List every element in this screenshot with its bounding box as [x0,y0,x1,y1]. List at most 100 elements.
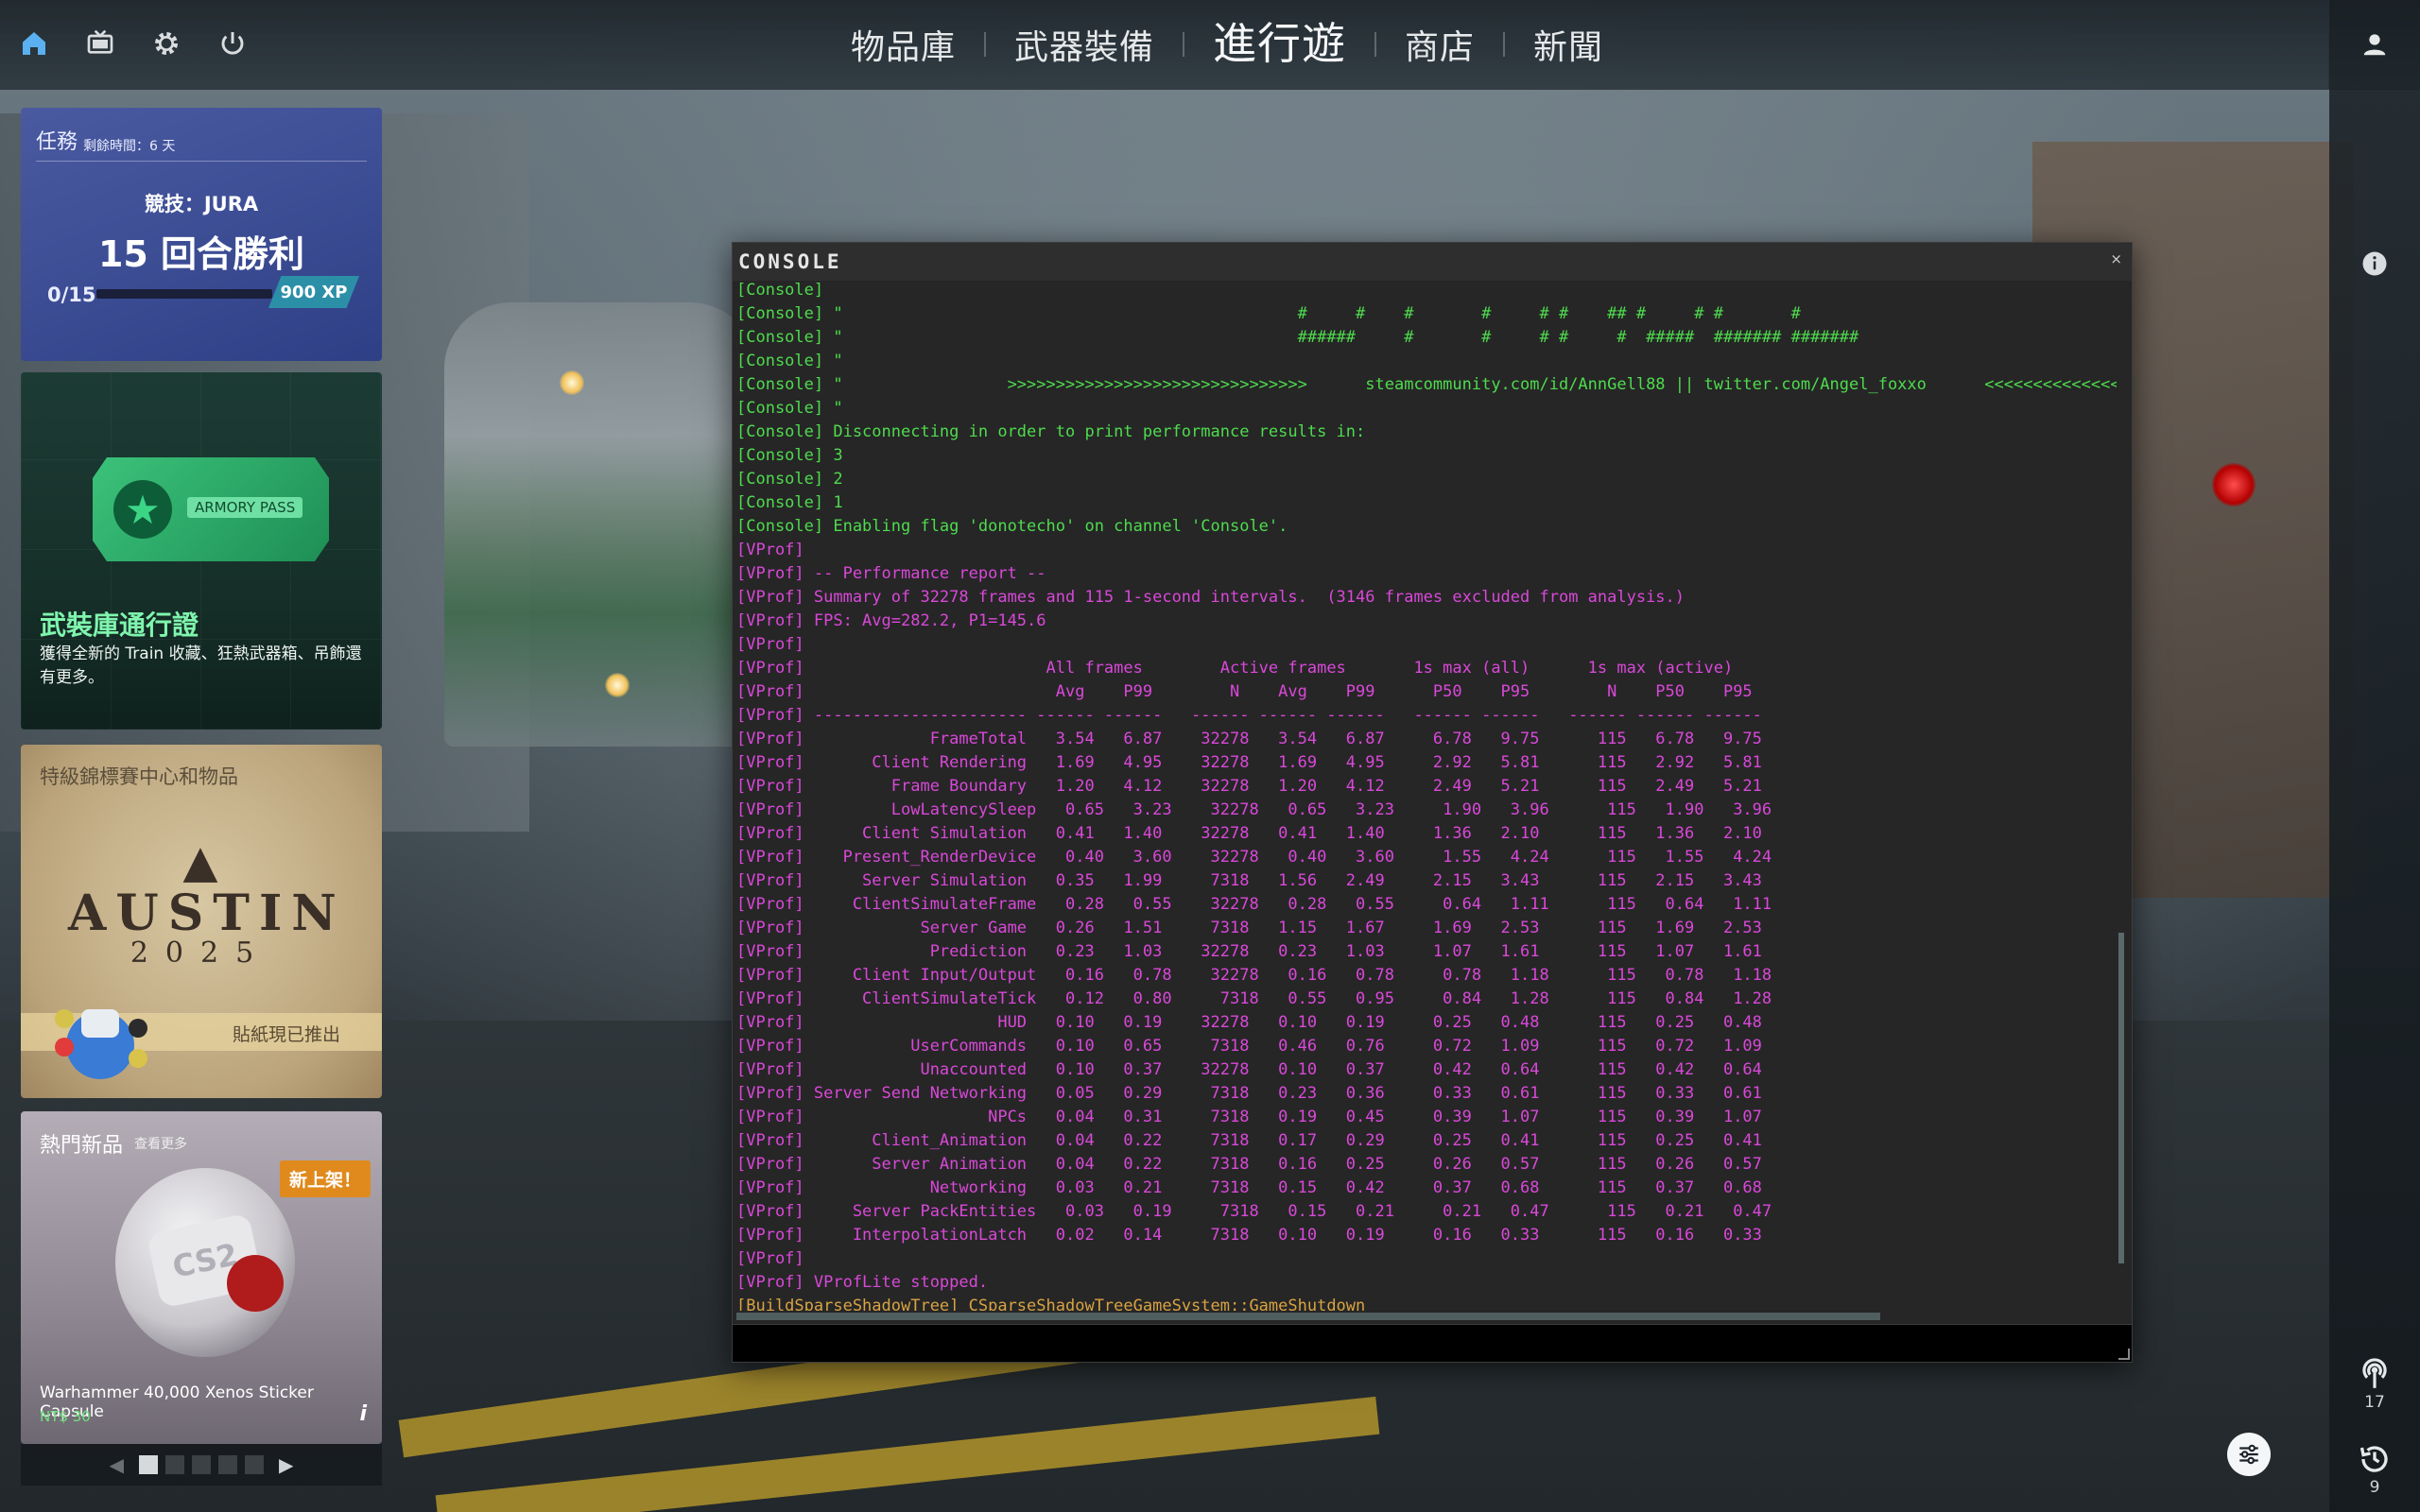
console-command-input[interactable] [733,1324,2132,1362]
tab-loadout[interactable]: 武器裝備 [986,20,1183,69]
console-resize-handle[interactable] [2118,1349,2130,1360]
armory-title: 武裝庫通行證 [40,610,199,641]
console-line: [Console] " [736,399,843,418]
console-line: [VProf] Server Simulation 0.35 1.99 7318… [736,871,1762,890]
history-button[interactable]: 9 [2329,1442,2420,1497]
console-window[interactable]: CONSOLE × [Console] [Console] " # # # # #… [732,242,2133,1363]
mission-mode: 競技：JURA [144,193,259,215]
tab-inventory[interactable]: 物品庫 [822,20,984,69]
austin-major-logo: ▲ AUSTIN 2025 [68,835,346,970]
tab-news[interactable]: 新聞 [1505,20,1632,69]
mission-header: 任務 剩餘時間：6 天 [36,121,367,162]
console-line: [VProf] FrameTotal 3.54 6.87 32278 3.54 … [736,730,1762,748]
console-line: [VProf] [736,541,804,559]
console-line: [VProf] [736,635,804,654]
home-icon[interactable] [15,25,53,62]
user-icon [2363,34,2386,56]
train-headlamp [605,673,630,697]
console-line: [VProf] Server Animation 0.04 0.22 7318 … [736,1155,1762,1174]
console-line: [VProf] NPCs 0.04 0.31 7318 0.19 0.45 0.… [736,1108,1762,1126]
settings-sliders-button[interactable] [2227,1433,2271,1476]
major-notice: 貼紙現已推出 [232,1024,340,1045]
info-icon [2362,251,2387,276]
tab-store[interactable]: 商店 [1376,20,1503,69]
profile-button[interactable] [2328,0,2420,89]
star-icon: ★ [113,480,172,539]
console-line: [VProf] Client Rendering 1.69 4.95 32278… [736,753,1762,772]
mission-goal: 15 回合勝利 [97,233,305,275]
console-line: [VProf] LowLatencySleep 0.65 3.23 32278 … [736,800,1772,819]
broadcast-button[interactable]: 17 [2329,1355,2420,1412]
mission-progress-label: 0/15 [47,284,96,306]
pager-dot[interactable] [245,1455,264,1474]
console-line: [VProf] VProfLite stopped. [736,1273,989,1292]
console-log[interactable]: [Console] [Console] " # # # # # # ## # # … [736,279,2117,1311]
new-items-pager: ◀ ▶ [21,1444,382,1486]
new-arrival-badge: 新上架！ [279,1160,371,1197]
train-headlamp [560,370,584,395]
major-card[interactable]: 特級錦標賽中心和物品 ▲ AUSTIN 2025 貼紙現已推出 [21,745,382,1098]
console-title: CONSOLE [738,250,842,273]
logo-line1: AUSTIN [68,885,346,942]
mission-time-remaining: 剩餘時間：6 天 [83,139,176,154]
pager-next-button[interactable]: ▶ [271,1453,301,1476]
console-line: [VProf] ClientSimulateTick 0.12 0.80 731… [736,989,1772,1008]
console-line: [VProf] Present_RenderDevice 0.40 3.60 3… [736,848,1772,867]
console-titlebar[interactable]: CONSOLE × [733,243,2132,281]
background-train [444,302,756,747]
tab-play[interactable]: 進行遊 [1184,9,1374,72]
skull-sticker-icon [227,1255,284,1312]
console-line: [VProf] Networking 0.03 0.21 7318 0.15 0… [736,1178,1762,1197]
console-line: [VProf] Server PackEntities 0.03 0.19 73… [736,1202,1772,1221]
console-line: [VProf] FPS: Avg=282.2, P1=145.6 [736,611,1046,630]
console-line: [Console] 1 [736,493,843,512]
signal-red-light [2212,463,2256,507]
gear-icon[interactable] [147,25,185,62]
pager-dot[interactable] [139,1455,158,1474]
new-items-title: 熱門新品 [40,1134,124,1158]
console-line: [Console] " # # # # # # ## # # # # [736,304,1801,323]
history-icon [2360,1446,2388,1472]
console-line: [VProf] Summary of 32278 frames and 115 … [736,588,1685,607]
console-line: [VProf] ---------------------- ------ --… [736,706,1762,725]
sticker-capsule-image [43,990,157,1085]
console-vertical-scrollbar[interactable] [2118,933,2124,1263]
console-line: [VProf] Server Game 0.26 1.51 7318 1.15 … [736,919,1762,937]
info-button[interactable] [2329,249,2420,278]
console-line: [VProf] -- Performance report -- [736,564,1046,583]
console-line: [VProf] Server Send Networking 0.05 0.29… [736,1084,1762,1103]
see-more-link[interactable]: 查看更多 [134,1134,187,1153]
broadcast-icon [2362,1358,2387,1388]
power-icon[interactable] [214,25,251,62]
console-line: [Console] Disconnecting in order to prin… [736,422,1366,441]
pager-dot[interactable] [192,1455,211,1474]
item-info-icon[interactable]: i [359,1402,367,1426]
console-horizontal-scrollbar[interactable] [736,1313,1880,1320]
broadcast-count: 17 [2364,1393,2385,1412]
console-line: [Console] Enabling flag 'donotecho' on c… [736,517,1288,536]
console-line: [VProf] HUD 0.10 0.19 32278 0.10 0.19 0.… [736,1013,1762,1032]
console-line: [VProf] All frames Active frames 1s max … [736,659,1734,678]
console-line: [VProf] UserCommands 0.10 0.65 7318 0.46… [736,1037,1762,1056]
console-line: [VProf] InterpolationLatch 0.02 0.14 731… [736,1226,1762,1245]
console-line: [Console] " ###### # # # # # ##### #####… [736,328,1859,347]
sliders-icon [2239,1444,2258,1465]
pager-dot[interactable] [218,1455,237,1474]
triangle-logo-icon: ▲ [182,835,218,888]
main-nav: 物品庫 武器裝備 進行遊 商店 新聞 [822,0,1632,89]
tv-icon[interactable] [81,25,119,62]
console-line: [VProf] [736,1249,804,1268]
console-line: [Console] 2 [736,470,843,489]
pager-prev-button[interactable]: ◀ [102,1453,131,1476]
armory-pass-label: ARMORY PASS [187,497,303,518]
mission-card[interactable]: 任務 剩餘時間：6 天 競技：JURA 15 回合勝利 0/15 900 XP [21,108,382,361]
pager-dot[interactable] [165,1455,184,1474]
console-line: [VProf] ClientSimulateFrame 0.28 0.55 32… [736,895,1772,914]
new-items-card[interactable]: 熱門新品 查看更多 新上架！ CS2 Warhammer 40,000 Xeno… [21,1111,382,1444]
console-line: [Console] " >>>>>>>>>>>>>>>>>>>>>>>>>>>>… [736,375,2117,394]
armory-pass-card[interactable]: ★ ARMORY PASS 武裝庫通行證 獲得全新的 Train 收藏、狂熱武器… [21,372,382,730]
console-close-button[interactable]: × [2110,250,2122,267]
console-line: [VProf] Client Input/Output 0.16 0.78 32… [736,966,1772,985]
right-rail: 17 9 [2329,89,2420,1512]
console-line: [VProf] Unaccounted 0.10 0.37 32278 0.10… [736,1060,1762,1079]
